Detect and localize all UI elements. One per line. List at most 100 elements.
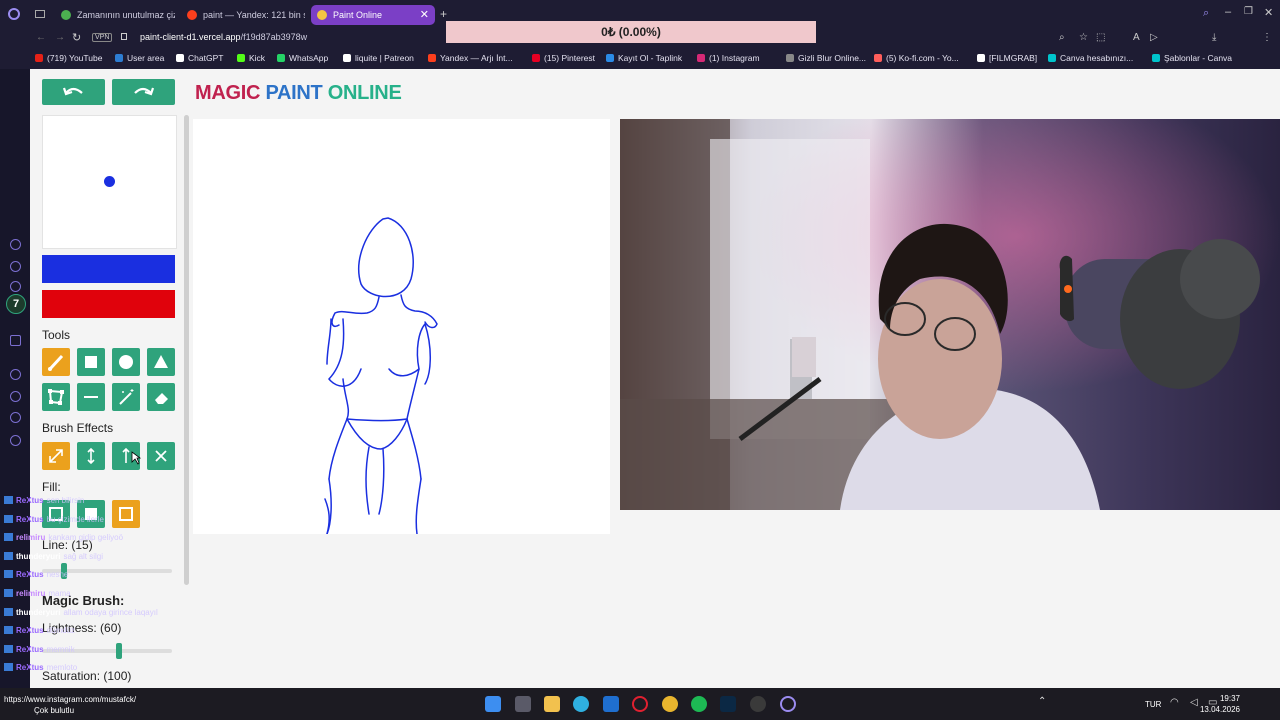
outlook-icon[interactable] bbox=[603, 696, 619, 712]
clock-icon[interactable] bbox=[10, 391, 21, 402]
undo-button[interactable] bbox=[42, 79, 105, 105]
effect-expand-button[interactable] bbox=[42, 442, 70, 470]
chat-text: dümdüz bbox=[46, 626, 76, 636]
screenshot-icon[interactable]: ⬚ bbox=[1096, 32, 1105, 43]
history-icon[interactable] bbox=[10, 239, 21, 250]
volume-icon[interactable]: ◁ bbox=[1190, 697, 1198, 708]
primary-color-swatch[interactable] bbox=[42, 255, 175, 283]
close-window-icon[interactable]: ✕ bbox=[1264, 6, 1273, 19]
download-icon[interactable]: ⤓ bbox=[1212, 32, 1216, 43]
chat-badge-icon bbox=[4, 514, 13, 523]
effect-vertical-button[interactable] bbox=[77, 442, 105, 470]
magic-wand-icon bbox=[119, 389, 134, 405]
bookmark-item[interactable]: ChatGPT bbox=[176, 53, 223, 63]
play-icon[interactable]: ▷ bbox=[1150, 32, 1158, 43]
bookmark-item[interactable]: Canva hesabınızı... bbox=[1048, 53, 1133, 63]
brush-tool-button[interactable] bbox=[42, 348, 70, 376]
eraser-icon bbox=[155, 393, 168, 404]
menu-icon[interactable]: ⋮ bbox=[1262, 32, 1272, 43]
task-view-icon[interactable] bbox=[515, 696, 531, 712]
tab-overview-icon[interactable] bbox=[35, 10, 45, 18]
obs-icon[interactable] bbox=[750, 696, 766, 712]
bookmark-item[interactable]: WhatsApp bbox=[277, 53, 328, 63]
settings-gear-icon[interactable] bbox=[10, 435, 21, 446]
chat-badge-icon bbox=[4, 589, 13, 597]
bookmark-item[interactable]: Şablonlar - Canva bbox=[1152, 53, 1232, 63]
bookmark-item[interactable]: (15) Pinterest bbox=[532, 53, 595, 63]
url-field[interactable]: paint-client-d1.vercel.app/f19d87ab3978w bbox=[140, 32, 307, 42]
bookmark-item[interactable]: Kick bbox=[237, 53, 265, 63]
bookmark-label: WhatsApp bbox=[289, 53, 329, 63]
fill-heading: Fill: bbox=[42, 480, 61, 494]
wifi-icon[interactable]: ◠ bbox=[1170, 697, 1179, 708]
bookmark-item[interactable]: Gizli Blur Online... bbox=[786, 53, 866, 63]
back-icon[interactable]: ← bbox=[36, 32, 46, 43]
play-circle-icon[interactable] bbox=[10, 369, 21, 380]
tab-yandex[interactable]: paint — Yandex: 121 bin sonuç bbox=[181, 5, 305, 25]
bookmark-item[interactable]: (5) Ko-fi.com - Yo... bbox=[874, 53, 959, 63]
bookmark-item[interactable]: Yandex — Arjı İnt... bbox=[428, 53, 513, 63]
forward-icon[interactable]: → bbox=[55, 32, 65, 43]
bag-icon[interactable] bbox=[10, 261, 21, 272]
cube-icon[interactable] bbox=[10, 412, 21, 423]
spotify-icon[interactable] bbox=[691, 696, 707, 712]
vpn-badge[interactable]: VPN bbox=[92, 33, 113, 42]
bookmark-favicon-icon bbox=[606, 54, 614, 62]
circle-tool-button[interactable] bbox=[112, 348, 140, 376]
tab-paint-online[interactable]: Paint Online ✕ bbox=[311, 5, 435, 25]
chat-message: ReXtus memnik bbox=[4, 644, 75, 654]
bookmark-favicon-icon bbox=[237, 54, 245, 62]
triangle-tool-button[interactable] bbox=[147, 348, 175, 376]
chat-badge-icon bbox=[4, 551, 13, 560]
search-icon[interactable]: ⌕ bbox=[1203, 7, 1209, 20]
maximize-icon[interactable]: ❐ bbox=[1244, 6, 1253, 17]
opera-gx-icon[interactable] bbox=[780, 696, 796, 712]
line-tool-button[interactable] bbox=[77, 383, 105, 411]
bookmark-label: (1) Instagram bbox=[709, 53, 760, 63]
bookmark-item[interactable]: liquite | Patreon bbox=[343, 53, 414, 63]
polygon-tool-button[interactable] bbox=[42, 383, 70, 411]
redo-button[interactable] bbox=[112, 79, 175, 105]
bookmark-favicon-icon bbox=[343, 54, 351, 62]
badge-seven-icon[interactable]: 7 bbox=[6, 294, 26, 314]
sidebar-scrollbar[interactable] bbox=[184, 115, 189, 585]
chat-message: ReXtus bu çizimde ilerle bbox=[4, 514, 104, 524]
secondary-color-swatch[interactable] bbox=[42, 290, 175, 318]
bookmark-item[interactable]: (1) Instagram bbox=[697, 53, 760, 63]
language-indicator[interactable]: TUR bbox=[1145, 700, 1161, 709]
bookmark-item[interactable]: Kayıt Ol - Taplink bbox=[606, 53, 682, 63]
webcam-image bbox=[620, 119, 1280, 510]
photoshop-icon[interactable] bbox=[720, 696, 736, 712]
bookmark-item[interactable]: [FILMGRAB] bbox=[977, 53, 1037, 63]
drawing-canvas[interactable] bbox=[193, 119, 610, 534]
slider-thumb[interactable] bbox=[116, 643, 122, 659]
translate-icon[interactable]: A bbox=[1133, 32, 1140, 43]
chat-text: nesne bbox=[46, 570, 69, 580]
chrome-icon[interactable] bbox=[662, 696, 678, 712]
twitch-icon[interactable] bbox=[10, 335, 21, 346]
opera-icon[interactable] bbox=[632, 696, 648, 712]
new-tab-icon[interactable]: + bbox=[440, 7, 447, 21]
effect-clear-button[interactable] bbox=[147, 442, 175, 470]
zoom-icon[interactable]: ⌕ bbox=[1059, 32, 1065, 43]
close-tab-icon[interactable]: ✕ bbox=[420, 5, 429, 25]
edge-icon[interactable] bbox=[573, 696, 589, 712]
reload-icon[interactable]: ↻ bbox=[72, 31, 81, 44]
bookmark-icon[interactable]: ☆ bbox=[1079, 32, 1088, 43]
chat-username: ReXtus bbox=[16, 626, 44, 636]
chat-username: ReXtus bbox=[16, 570, 44, 580]
bookmark-item[interactable]: (719) YouTube bbox=[35, 53, 102, 63]
file-explorer-icon[interactable] bbox=[544, 696, 560, 712]
tab-zamaninin[interactable]: Zamanının unutulmaz çizgi... bbox=[55, 5, 175, 25]
tray-chevron-icon[interactable]: ⌃ bbox=[1038, 696, 1046, 707]
eraser-tool-button[interactable] bbox=[147, 383, 175, 411]
minimize-icon[interactable]: – bbox=[1225, 6, 1231, 18]
start-icon[interactable] bbox=[485, 696, 501, 712]
browser-logo-icon[interactable] bbox=[8, 8, 20, 20]
magic-wand-tool-button[interactable] bbox=[112, 383, 140, 411]
fill-both-button[interactable] bbox=[112, 500, 140, 528]
rectangle-tool-button[interactable] bbox=[77, 348, 105, 376]
system-clock[interactable]: 19:37 13.04.2026 bbox=[1200, 693, 1240, 715]
message-icon[interactable] bbox=[10, 281, 21, 292]
bookmark-item[interactable]: User area bbox=[115, 53, 164, 63]
